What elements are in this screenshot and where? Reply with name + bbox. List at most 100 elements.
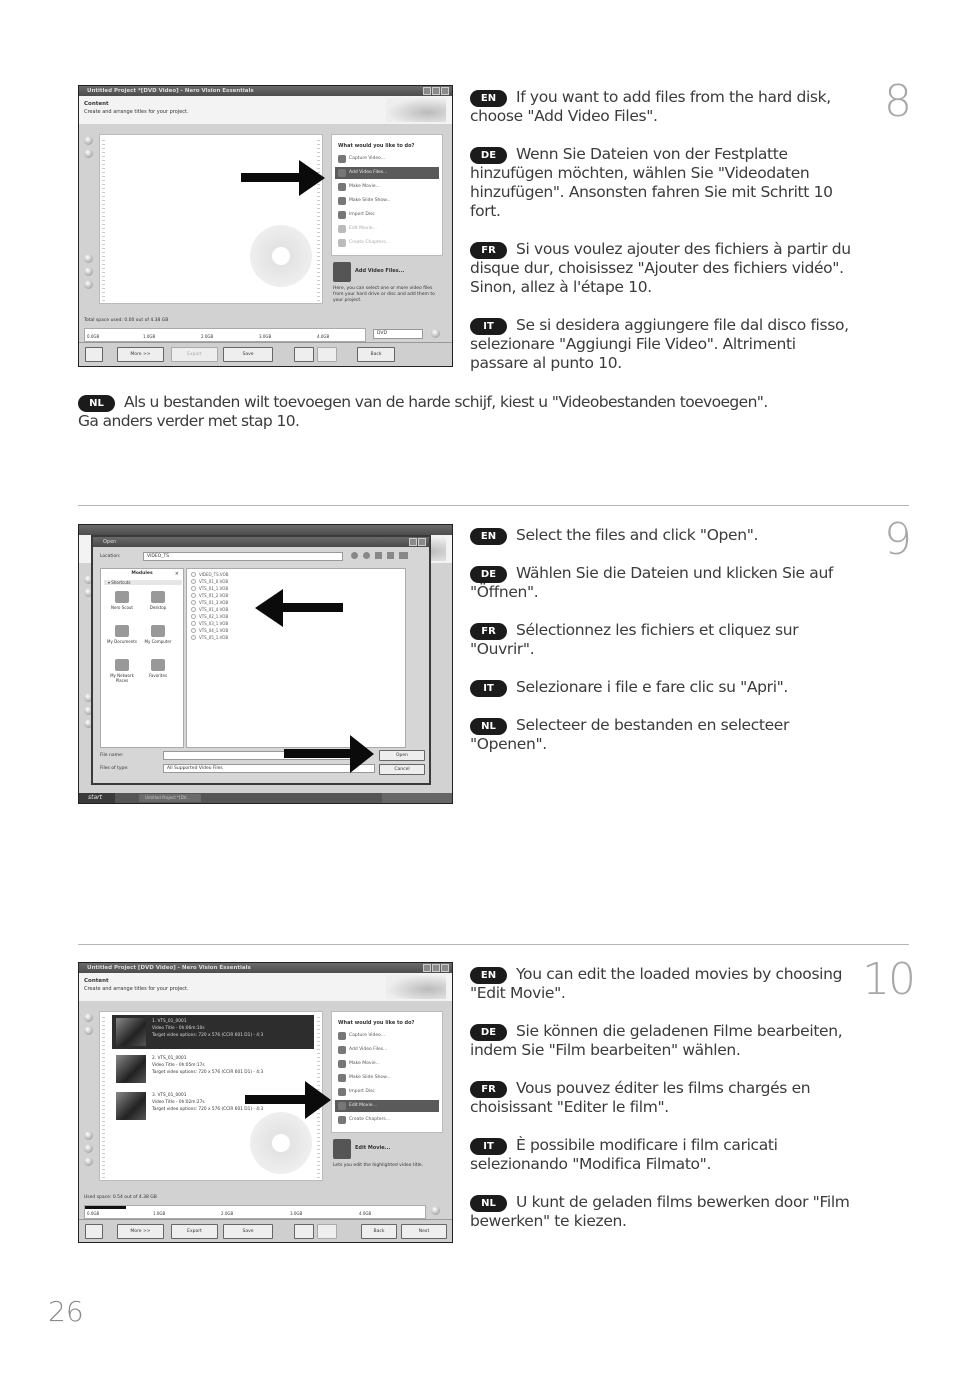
task-capture-video[interactable]: Capture Video...: [335, 153, 439, 165]
filetype-select[interactable]: All Supported Video Files: [163, 764, 375, 773]
task-import-disc[interactable]: Import Disc: [335, 1086, 439, 1098]
delete-icon[interactable]: [84, 1157, 93, 1166]
window-title: Untitled Project [DVD Video] - Nero Visi…: [87, 965, 251, 971]
move-down-icon[interactable]: [84, 149, 93, 158]
task-create-chapters[interactable]: Create Chapters...: [335, 1114, 439, 1126]
task-make-movie[interactable]: Make Movie...: [335, 1058, 439, 1070]
export-button[interactable]: Export: [171, 347, 218, 362]
space-used-bar: [85, 1206, 126, 1209]
redo-button[interactable]: [317, 347, 337, 362]
shortcuts-label: Shortcuts: [111, 580, 131, 585]
instruction-text: Select the files and click "Open".: [516, 526, 759, 544]
minimize-icon[interactable]: [423, 964, 431, 972]
shortcuts-header[interactable]: ▾ Shortcuts: [104, 580, 182, 585]
shortcut-my-network-places[interactable]: My Network Places: [107, 659, 137, 683]
close-icon[interactable]: [441, 964, 449, 972]
nero-menu-button[interactable]: [85, 1224, 103, 1239]
task-create-chapters[interactable]: Create Chapters...: [335, 237, 439, 249]
shortcut-label: Desktop: [149, 605, 167, 610]
move-up-icon[interactable]: [84, 1013, 93, 1022]
properties-icon[interactable]: [84, 1144, 93, 1153]
shortcut-my-computer[interactable]: My Computer: [143, 625, 173, 644]
window-controls[interactable]: [423, 87, 449, 95]
file-item[interactable]: VTS_01_3.VOB: [191, 600, 228, 605]
file-item[interactable]: VTS_01_4.VOB: [191, 607, 228, 612]
window-controls[interactable]: [423, 964, 449, 972]
file-item[interactable]: VTS_02_1.VOB: [191, 614, 228, 619]
instruction-nl: NL Selecteer de bestanden en selecteer "O…: [470, 716, 855, 754]
redo-button[interactable]: [317, 1224, 337, 1239]
shortcut-favorites[interactable]: Favorites: [143, 659, 173, 678]
file-item[interactable]: VTS_05_1.VOB: [191, 635, 228, 640]
modules-panel: Modules × ▾ Shortcuts Nero Scout Desktop…: [100, 568, 184, 748]
close-icon[interactable]: [418, 538, 426, 546]
action-description-text: Here, you can select one or more video f…: [333, 286, 435, 303]
undo-button[interactable]: [294, 1224, 314, 1239]
help-icon[interactable]: [431, 1206, 440, 1215]
shortcut-desktop[interactable]: Desktop: [143, 591, 173, 610]
taskbar-app-button[interactable]: Untitled Project *[DV...: [139, 794, 201, 802]
properties-icon[interactable]: [84, 267, 93, 276]
move-down-icon[interactable]: [84, 1026, 93, 1035]
file-list[interactable]: VIDEO_TS.VOB VTS_01_0.VOB VTS_01_1.VOB V…: [186, 568, 406, 748]
shortcut-my-documents[interactable]: My Documents: [107, 625, 137, 644]
view-menu-icon[interactable]: [399, 552, 408, 559]
move-up-icon[interactable]: [84, 136, 93, 145]
cancel-button[interactable]: Cancel: [379, 764, 425, 775]
next-button[interactable]: Next: [401, 1224, 447, 1239]
more-button[interactable]: More >>: [117, 1224, 164, 1239]
shortcut-nero-scout[interactable]: Nero Scout: [107, 591, 137, 610]
clip-item[interactable]: 1. VTS_01_0001 Video Title - 0h:06m:10s …: [112, 1015, 314, 1049]
start-button[interactable]: start: [79, 793, 115, 803]
maximize-icon[interactable]: [409, 538, 417, 546]
task-make-slide-show[interactable]: Make Slide Show...: [335, 195, 439, 207]
clip-item[interactable]: 2. VTS_01_0001 Video Title - 0h:05m:17s …: [112, 1052, 314, 1086]
task-edit-movie[interactable]: Edit Movie...: [335, 1100, 439, 1112]
disc-type-select[interactable]: DVD: [373, 329, 423, 339]
nero-menu-button[interactable]: [85, 347, 103, 362]
file-item[interactable]: VIDEO_TS.VOB: [191, 572, 228, 577]
maximize-icon[interactable]: [432, 87, 440, 95]
file-item[interactable]: VTS_01_1.VOB: [191, 586, 228, 591]
file-item[interactable]: VTS_01_2.VOB: [191, 593, 228, 598]
back-nav-icon[interactable]: [351, 552, 358, 559]
close-modules-icon[interactable]: ×: [175, 571, 179, 577]
scale-tick: 0.0GB: [87, 334, 100, 339]
task-add-video-files[interactable]: Add Video Files...: [335, 167, 439, 179]
file-item[interactable]: VTS_04_1.VOB: [191, 628, 228, 633]
more-button[interactable]: More >>: [117, 347, 164, 362]
task-make-slide-show[interactable]: Make Slide Show...: [335, 1072, 439, 1084]
save-button[interactable]: Save: [223, 1224, 273, 1239]
file-item[interactable]: VTS_03_1.VOB: [191, 621, 228, 626]
forward-nav-icon[interactable]: [363, 552, 370, 559]
location-select[interactable]: VIDEO_TS: [143, 552, 343, 561]
task-make-movie[interactable]: Make Movie...: [335, 181, 439, 193]
task-add-video-files[interactable]: Add Video Files...: [335, 1044, 439, 1056]
windows-taskbar: start Untitled Project *[DV...: [79, 793, 452, 803]
back-button[interactable]: Back: [361, 1224, 397, 1239]
task-import-disc[interactable]: Import Disc: [335, 209, 439, 221]
task-capture-video[interactable]: Capture Video...: [335, 1030, 439, 1042]
clip-thumbnail: [116, 1092, 146, 1120]
save-button[interactable]: Save: [223, 347, 273, 362]
maximize-icon[interactable]: [432, 964, 440, 972]
export-button[interactable]: Export: [171, 1224, 218, 1239]
new-folder-icon[interactable]: [387, 552, 394, 559]
undo-button[interactable]: [294, 347, 314, 362]
help-icon[interactable]: [431, 329, 440, 338]
minimize-icon[interactable]: [423, 87, 431, 95]
delete-icon[interactable]: [84, 280, 93, 289]
open-button[interactable]: Open: [379, 750, 425, 761]
shortcut-label: My Documents: [107, 639, 137, 644]
modules-title: Modules: [131, 571, 153, 576]
play-icon[interactable]: [84, 1131, 93, 1140]
back-button[interactable]: Back: [357, 347, 395, 362]
up-folder-icon[interactable]: [375, 552, 382, 559]
dialog-controls[interactable]: [409, 538, 426, 546]
title-list[interactable]: [99, 134, 323, 304]
close-icon[interactable]: [441, 87, 449, 95]
play-icon[interactable]: [84, 254, 93, 263]
step-number: 8: [884, 76, 912, 127]
task-edit-movie[interactable]: Edit Movie...: [335, 223, 439, 235]
file-item[interactable]: VTS_01_0.VOB: [191, 579, 228, 584]
